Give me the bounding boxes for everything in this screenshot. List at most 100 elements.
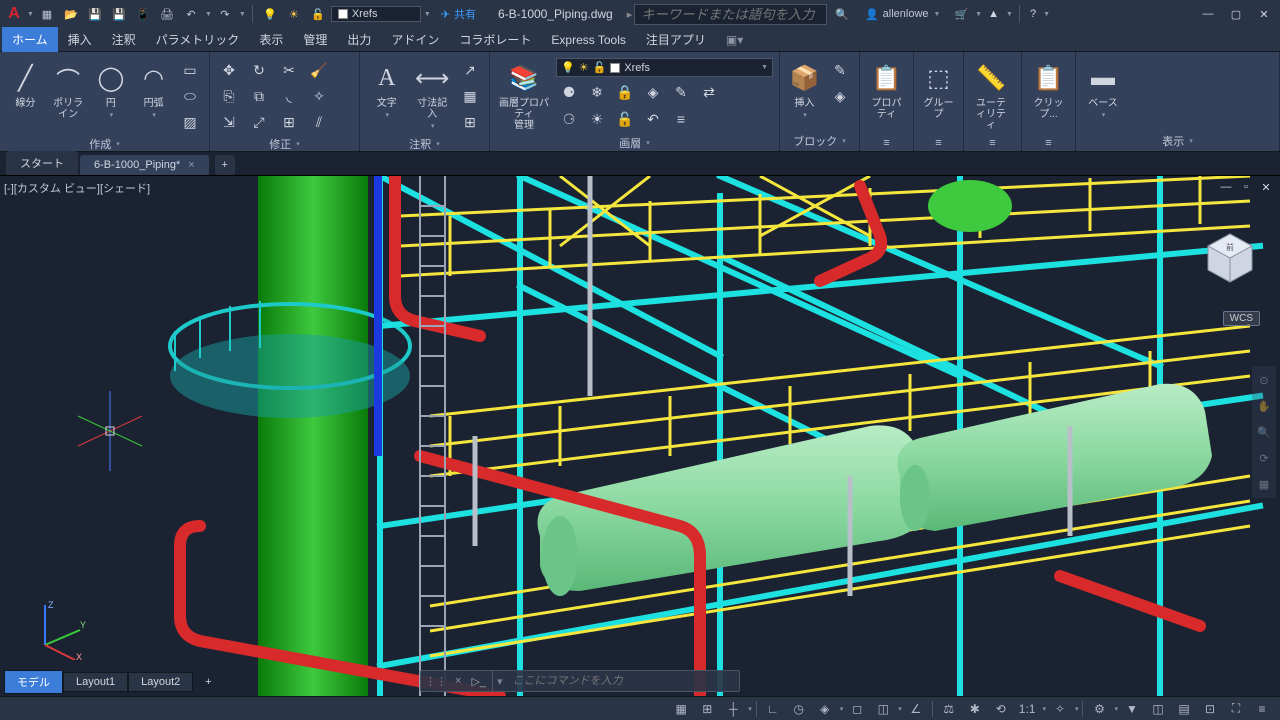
tab-collaborate[interactable]: コラボレート [449, 27, 541, 52]
command-input[interactable] [507, 675, 739, 687]
layer-state-icon[interactable]: ≡ [668, 107, 694, 131]
qat-dropdown[interactable]: ▼ [424, 11, 431, 18]
move-icon[interactable]: ✥ [216, 58, 242, 82]
erase-icon[interactable]: 🧹 [306, 58, 332, 82]
circle-button[interactable]: ◯円▾ [92, 58, 131, 121]
minimize-button[interactable]: — [1196, 4, 1220, 24]
sb-polar-icon[interactable]: ◷ [787, 699, 811, 719]
close-button[interactable]: ✕ [1252, 4, 1276, 24]
sb-filter-icon[interactable]: ▼ [1120, 699, 1144, 719]
base-button[interactable]: ▬ベース▾ [1082, 58, 1124, 121]
add-layout-button[interactable]: + [197, 672, 219, 692]
sb-annovisible-icon[interactable]: ✱ [963, 699, 987, 719]
tab-express[interactable]: Express Tools [541, 29, 635, 51]
vp-close-icon[interactable]: ✕ [1258, 180, 1274, 194]
sb-ortho-icon[interactable]: ∟ [761, 699, 785, 719]
clipboard-button[interactable]: 📋クリップ... [1028, 58, 1069, 122]
save-icon[interactable]: 💾 [84, 3, 106, 25]
layer-off-icon[interactable]: ⚈ [556, 80, 582, 104]
plot-icon[interactable]: 🖨 [156, 3, 178, 25]
layer-prev-icon[interactable]: ↶ [640, 107, 666, 131]
viewcube[interactable]: 前 [1200, 226, 1260, 286]
cart-icon[interactable]: 🛒 [954, 8, 968, 21]
table-icon[interactable]: ▦ [457, 84, 483, 108]
wcs-label[interactable]: WCS [1223, 311, 1260, 326]
cmd-close-icon[interactable]: × [451, 675, 465, 687]
close-tab-icon[interactable]: × [188, 159, 194, 171]
ucs-icon[interactable]: Z Y X [30, 600, 90, 660]
tab-home[interactable]: ホーム [2, 27, 58, 52]
sb-annoscale-icon[interactable]: ⚖ [937, 699, 961, 719]
layout-tab-model[interactable]: モデル [4, 670, 63, 694]
help-search-input[interactable] [634, 4, 827, 25]
group-button[interactable]: ⬚グループ [920, 58, 957, 122]
trim-icon[interactable]: ✂ [276, 58, 302, 82]
sb-annoauto-icon[interactable]: ⟲ [989, 699, 1013, 719]
tab-insert[interactable]: 挿入 [58, 27, 102, 52]
vp-minimize-icon[interactable]: — [1218, 180, 1234, 194]
sb-cleanscreen-icon[interactable]: ⛶ [1224, 699, 1248, 719]
sb-scale-label[interactable]: 1:1 [1015, 699, 1040, 719]
cmd-drag-handle-icon[interactable]: ⋮⋮ [421, 675, 451, 688]
sb-snap-icon[interactable]: ┼ [721, 699, 745, 719]
sb-customize-icon[interactable]: ≡ [1250, 699, 1274, 719]
leader-icon[interactable]: ↗ [457, 58, 483, 82]
layer-on-icon[interactable]: ⚆ [556, 107, 582, 131]
layer-make-icon[interactable]: ✎ [668, 80, 694, 104]
layer-thaw-icon[interactable]: ☀ [584, 107, 610, 131]
add-tab-button[interactable]: + [215, 155, 235, 175]
nav-wheel-icon[interactable]: ⊙ [1254, 370, 1274, 390]
redo-icon[interactable]: ↷ [214, 3, 236, 25]
app-menu-dropdown[interactable]: ▼ [27, 11, 34, 18]
sb-iso-icon[interactable]: ◈ [813, 699, 837, 719]
user-account-button[interactable]: 👤 allenlowe ▼ [865, 8, 941, 21]
sb-quickprops-icon[interactable]: ▤ [1172, 699, 1196, 719]
navigation-bar[interactable]: ⊙ ✋ 🔍 ⟳ ▦ [1252, 366, 1276, 498]
block-insert-button[interactable]: 📦挿入▾ [786, 58, 823, 121]
undo-icon[interactable]: ↶ [180, 3, 202, 25]
line-button[interactable]: ╱線分 [6, 58, 45, 111]
sb-units-icon[interactable]: ◫ [1146, 699, 1170, 719]
help-icon[interactable]: ? [1030, 8, 1036, 20]
viewport-label[interactable]: [-][カスタム ビュー][シェード] [4, 180, 150, 196]
tab-annotate[interactable]: 注釈 [102, 27, 146, 52]
bulb-icon[interactable]: 💡 [259, 3, 281, 25]
explode-icon[interactable]: ✧ [306, 84, 332, 108]
sb-workspace-icon[interactable]: ⚙ [1087, 699, 1111, 719]
rect-icon[interactable]: ▭ [177, 58, 203, 82]
maximize-button[interactable]: ▢ [1224, 4, 1248, 24]
new-icon[interactable]: ▦ [36, 3, 58, 25]
qat-layer-selector[interactable]: Xrefs [331, 6, 421, 22]
utility-button[interactable]: 📏ユーティリティ [970, 58, 1012, 133]
tab-featured[interactable]: 注目アプリ [636, 27, 716, 52]
tab-output[interactable]: 出力 [337, 27, 381, 52]
tab-view[interactable]: 表示 [249, 27, 293, 52]
stretch-icon[interactable]: ⇲ [216, 110, 242, 134]
sb-3dosnap-icon[interactable]: ◫ [871, 699, 895, 719]
autodesk-app-icon[interactable]: ▲ [988, 8, 999, 20]
dimension-button[interactable]: ⟷寸法記入▾ [412, 58, 454, 132]
tab-addin[interactable]: アドイン [381, 27, 449, 52]
web-mobile-icon[interactable]: 📱 [132, 3, 154, 25]
doc-tab-file[interactable]: 6-B-1000_Piping*× [80, 155, 209, 175]
copy-icon[interactable]: ⎘ [216, 84, 242, 108]
sb-gizmo-icon[interactable]: ✧ [1048, 699, 1072, 719]
layer-lock-icon[interactable]: 🔒 [612, 80, 638, 104]
offset-icon[interactable]: ⫽ [306, 110, 332, 134]
sb-grid-icon[interactable]: ⊞ [695, 699, 719, 719]
nav-pan-icon[interactable]: ✋ [1254, 396, 1274, 416]
arc-button[interactable]: ◠円弧▾ [134, 58, 173, 121]
tab-manage[interactable]: 管理 [293, 27, 337, 52]
tab-extra-icon[interactable]: ▣▾ [716, 29, 753, 51]
layer-properties-button[interactable]: 📚画層プロパティ 管理 [496, 58, 552, 133]
nav-showmotion-icon[interactable]: ▦ [1254, 474, 1274, 494]
sb-osnap-icon[interactable]: ◻ [845, 699, 869, 719]
drawing-viewport[interactable]: [-][カスタム ビュー][シェード] — ▫ ✕ [0, 176, 1280, 696]
nav-zoom-icon[interactable]: 🔍 [1254, 422, 1274, 442]
search-icon[interactable]: 🔍 [835, 8, 849, 21]
scale-icon[interactable]: ⤢ [246, 110, 272, 134]
saveas-icon[interactable]: 💾 [108, 3, 130, 25]
ellipse-icon[interactable]: ⬭ [177, 84, 203, 108]
nav-orbit-icon[interactable]: ⟳ [1254, 448, 1274, 468]
share-button[interactable]: ✈ 共有 [441, 6, 476, 22]
